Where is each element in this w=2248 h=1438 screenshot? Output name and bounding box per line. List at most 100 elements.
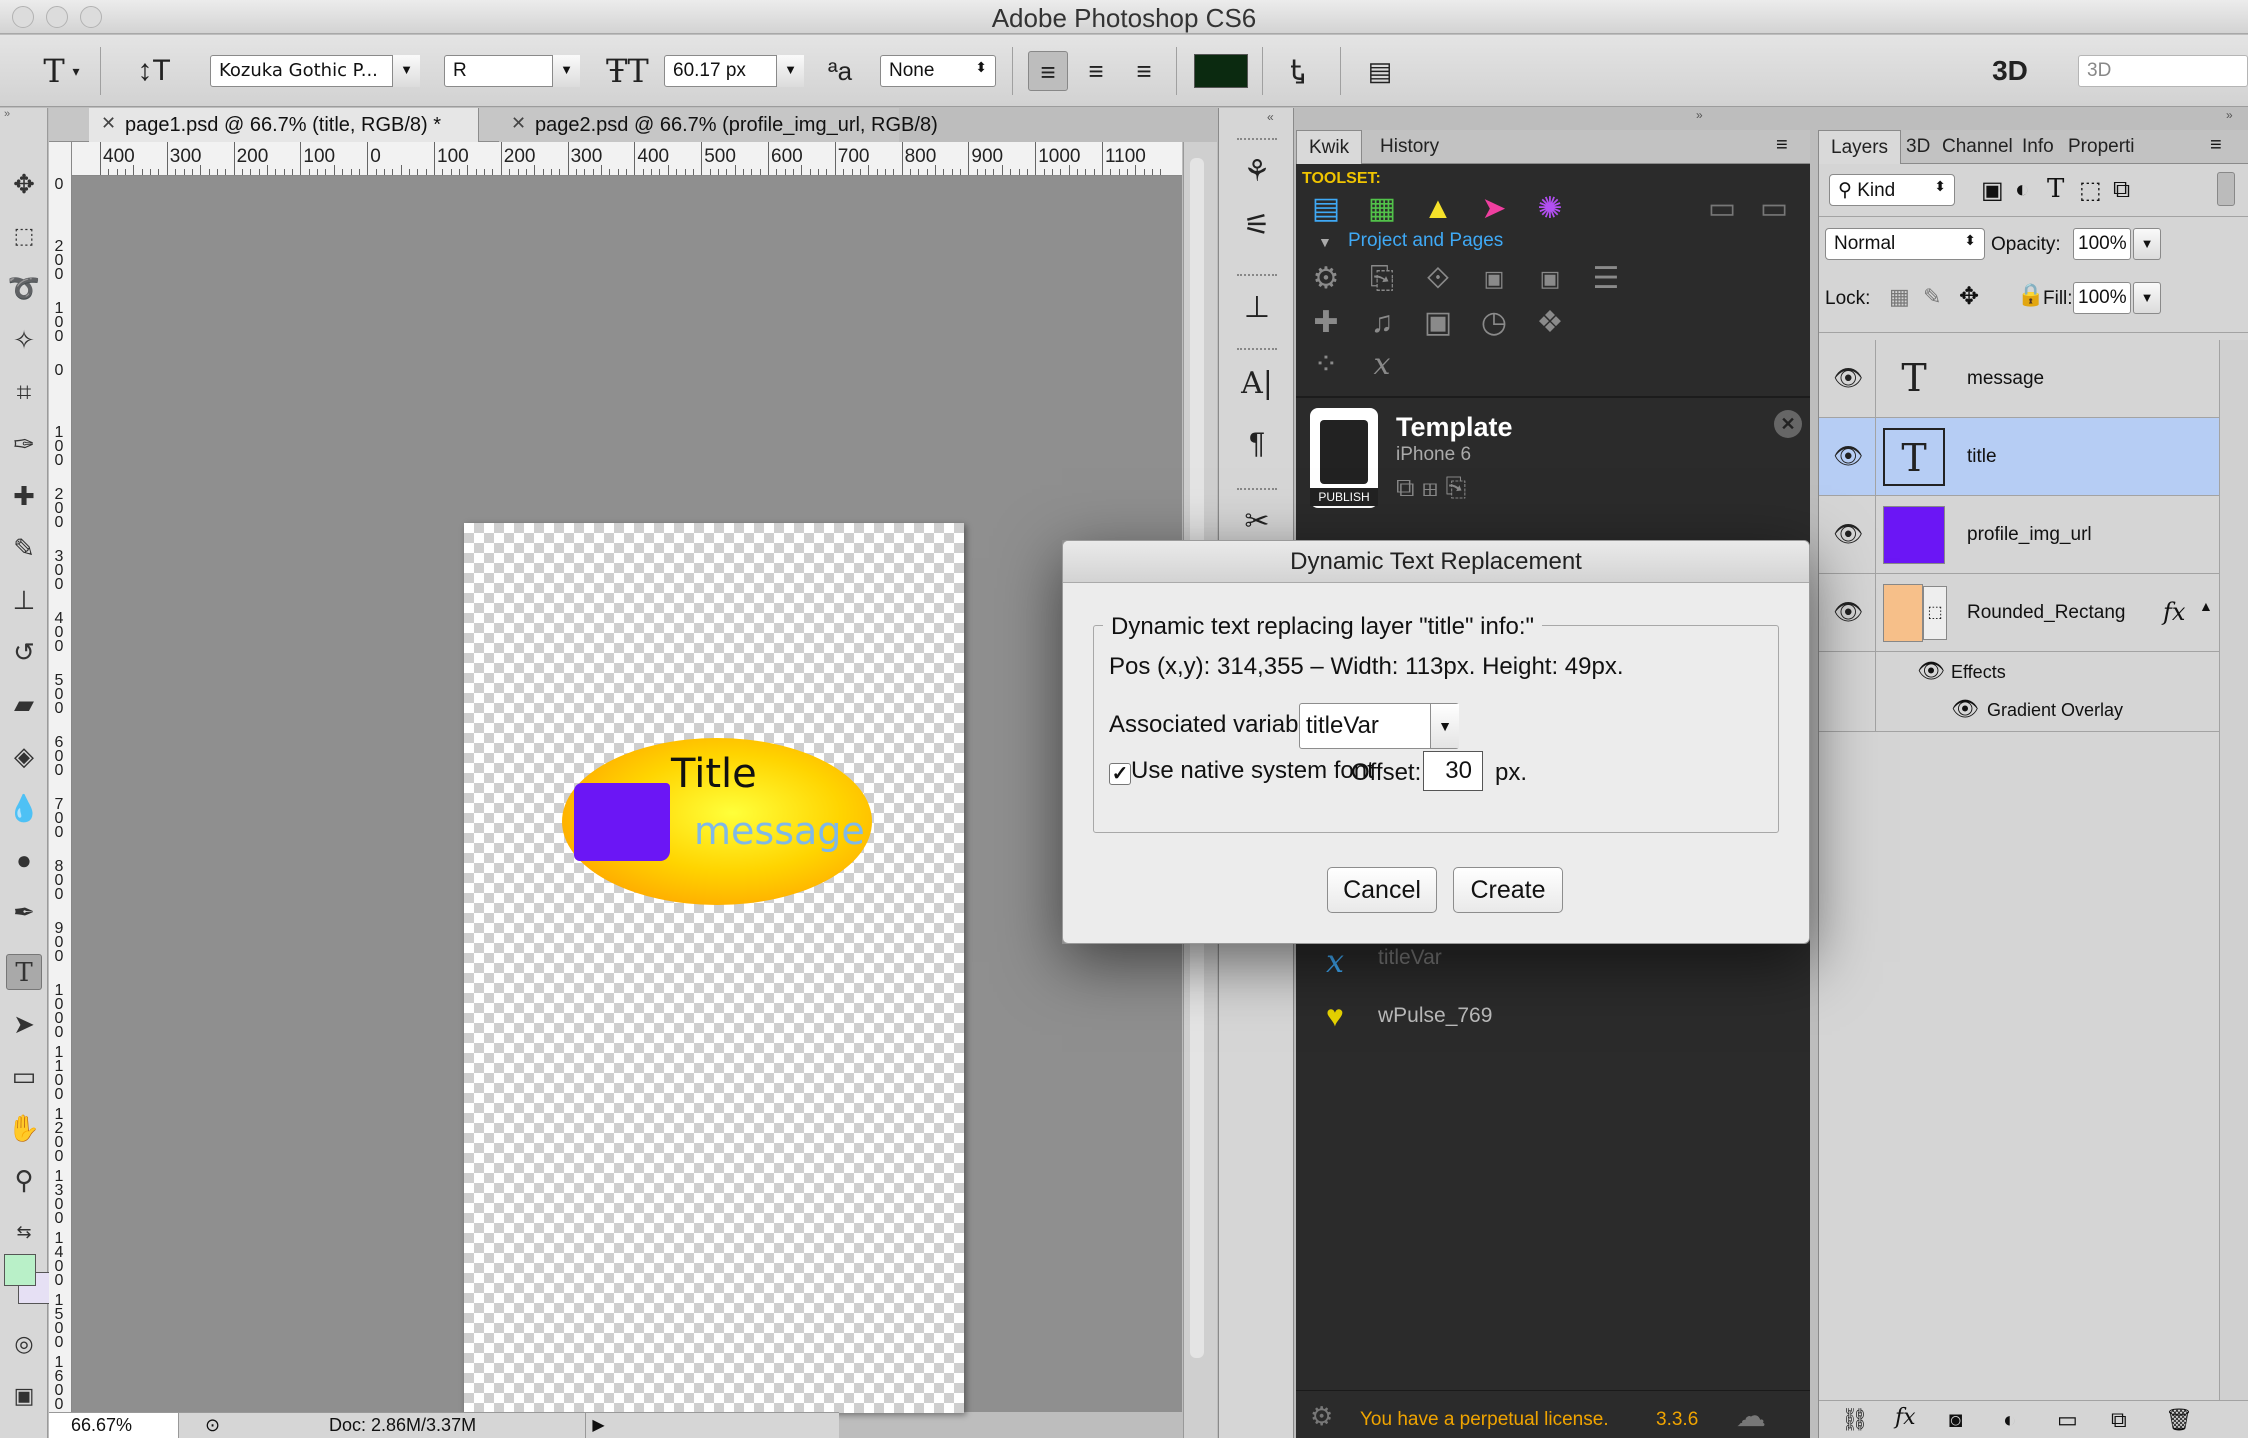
clone-stamp-tool-icon[interactable]: ⊥ [6,582,42,618]
filter-kind-select[interactable]: ⚲ Kind ⬍ [1829,174,1955,206]
eye-icon[interactable]: 👁 [1833,598,1863,628]
document-tab-page2[interactable]: ✕ page2.psd @ 66.7% (profile_img_url, RG… [499,108,938,142]
align-center-icon[interactable]: ≡ [1076,51,1116,91]
add-folder-icon[interactable]: ▭ [1702,190,1742,228]
type-tool-icon[interactable]: T [6,954,42,990]
new-layer-icon[interactable]: ⧉ [2111,1407,2127,1433]
chevron-down-icon[interactable]: ▼ [776,55,804,87]
type-filter-icon[interactable]: T [2047,174,2064,204]
new-group-icon[interactable]: ▭ [2057,1407,2078,1433]
smart-object-filter-icon[interactable]: ⧉ [2113,176,2130,204]
screen-mode-icon[interactable]: ▣ [6,1378,42,1414]
mode-3d-label[interactable]: 3D [1980,51,2040,91]
template-actions-icon[interactable]: ⧉ ⊞ ⎘ [1396,472,1466,504]
associated-variable-select[interactable]: titleVar ▼ [1299,703,1459,749]
layer-name[interactable]: title [1967,446,1997,468]
lock-transparent-icon[interactable]: ▦ [1889,284,1910,310]
add-mask-icon[interactable]: ◙ [1949,1407,1962,1433]
terminal-icon[interactable]: ▣ [1530,260,1570,298]
pages-icon[interactable]: ▤ [1306,190,1346,228]
spinner-icon[interactable]: ⁘ [1306,346,1346,384]
toggle-text-orientation-icon[interactable]: ↕T [134,51,174,91]
adjustment-filter-icon[interactable]: ◐ [2015,176,2030,204]
align-left-icon[interactable]: ≡ [1028,51,1068,91]
panel-menu-icon[interactable]: ≡ [2210,134,2222,157]
warp-text-icon[interactable]: Ꮏ [1278,51,1318,91]
document-tab-page1[interactable]: ✕ page1.psd @ 66.7% (title, RGB/8) * [89,108,479,142]
eye-icon[interactable]: 👁 [1917,658,1945,684]
crop-tool-icon[interactable]: ⌗ [6,374,42,410]
move-tool-icon[interactable]: ✥ [6,166,42,202]
collapse-icon[interactable]: » [1696,108,1703,122]
panel-menu-icon[interactable]: ≡ [1776,134,1788,157]
atom-icon[interactable]: ✺ [1530,190,1570,228]
brush-tool-icon[interactable]: ✎ [6,530,42,566]
tools-preset-icon[interactable]: ✂ [1237,502,1277,542]
lock-pixels-icon[interactable]: ✎ [1923,284,1941,310]
align-right-icon[interactable]: ≡ [1124,51,1164,91]
eye-icon[interactable]: 👁 [1833,520,1863,550]
blend-mode-select[interactable]: Normal ⬍ [1825,228,1985,260]
create-button[interactable]: Create [1453,867,1563,913]
cancel-button[interactable]: Cancel [1327,867,1437,913]
layers-grid-icon[interactable]: ▦ [1362,190,1402,228]
eraser-tool-icon[interactable]: ▰ [6,686,42,722]
native-font-checkbox[interactable]: ✓ [1109,763,1131,785]
collapse-icon[interactable]: » [0,108,48,122]
layer-name[interactable]: message [1967,368,2044,390]
zoom-tool-icon[interactable]: ⚲ [6,1162,42,1198]
text-color-swatch[interactable] [1194,54,1248,88]
device-template-icon[interactable]: PUBLISH [1310,408,1378,508]
lock-all-icon[interactable]: 🔒 [2017,282,2044,308]
layer-row-message[interactable]: 👁 T message [1819,340,2219,418]
filter-toggle[interactable] [2217,172,2235,206]
tab-info[interactable]: Info [2018,130,2062,164]
eye-icon[interactable]: 👁 [1951,696,1979,722]
clone-source-icon[interactable]: ⊥ [1237,288,1277,328]
layer-row-profile-img-url[interactable]: 👁 profile_img_url [1819,496,2219,574]
copy-icon[interactable]: ⎘ [1362,260,1402,298]
close-icon[interactable]: ✕ [101,113,116,134]
marquee-tool-icon[interactable]: ⬚ [6,218,42,254]
dodge-tool-icon[interactable]: ● [6,842,42,878]
character-panel-icon[interactable]: ▤ [1360,51,1400,91]
rocket-icon[interactable]: ▲ [1418,190,1458,228]
history-brush-tool-icon[interactable]: ↺ [6,634,42,670]
gear-icon[interactable]: ⚙ [1310,1401,1333,1432]
chevron-down-icon[interactable]: ▼ [2133,282,2161,314]
fill-input[interactable]: 100% [2073,282,2131,314]
tab-layers[interactable]: Layers [1818,130,1902,164]
collapse-icon[interactable]: « [1267,110,1274,124]
eye-icon[interactable]: 👁 [1833,442,1863,472]
variable-icon[interactable]: x [1362,346,1402,384]
lock-position-icon[interactable]: ✥ [1959,282,1979,311]
new-adjustment-icon[interactable]: ◐ [2003,1407,2016,1433]
tab-channels[interactable]: Channel [1938,130,2016,164]
offset-input[interactable]: 30 [1423,751,1483,791]
character-icon[interactable]: A| [1237,364,1277,404]
swap-colors-icon[interactable]: ⇆ [6,1214,42,1250]
pen-tool-icon[interactable]: ✒ [6,894,42,930]
lasso-tool-icon[interactable]: ➰ [6,270,42,306]
layers-scrollbar[interactable] [2219,340,2248,1400]
tab-3d[interactable]: 3D [1902,130,1934,164]
layer-row-rounded-rectang[interactable]: 👁 ⬚ Rounded_Rectang fx ▲ [1819,574,2219,652]
gradient-overlay-label[interactable]: Gradient Overlay [1987,700,2123,721]
pulse-item[interactable]: wPulse_769 [1378,1004,1492,1028]
healing-brush-tool-icon[interactable]: ✚ [6,478,42,514]
rectangle-tool-icon[interactable]: ▭ [6,1058,42,1094]
chevron-down-icon[interactable]: ▼ [552,55,580,87]
anti-alias-select[interactable]: None ⬍ [880,55,996,87]
expand-effects-icon[interactable]: ▲ [2199,598,2213,614]
opacity-input[interactable]: 100% [2073,228,2131,260]
foreground-color-swatch[interactable] [4,1254,36,1286]
brush-presets-icon[interactable]: ⚘ [1237,152,1277,192]
font-family-select[interactable]: Kozuka Gothic P... [210,55,420,87]
magic-wand-tool-icon[interactable]: ✧ [6,322,42,358]
tab-properties[interactable]: Properti [2064,130,2144,164]
canvas-area[interactable]: Title message [72,176,1182,1413]
music-icon[interactable]: ♫ [1362,304,1402,342]
status-options-icon[interactable]: ⊙ [205,1415,220,1436]
layer-name[interactable]: profile_img_url [1967,524,2092,546]
layer-row-title[interactable]: 👁 T title [1819,418,2219,496]
